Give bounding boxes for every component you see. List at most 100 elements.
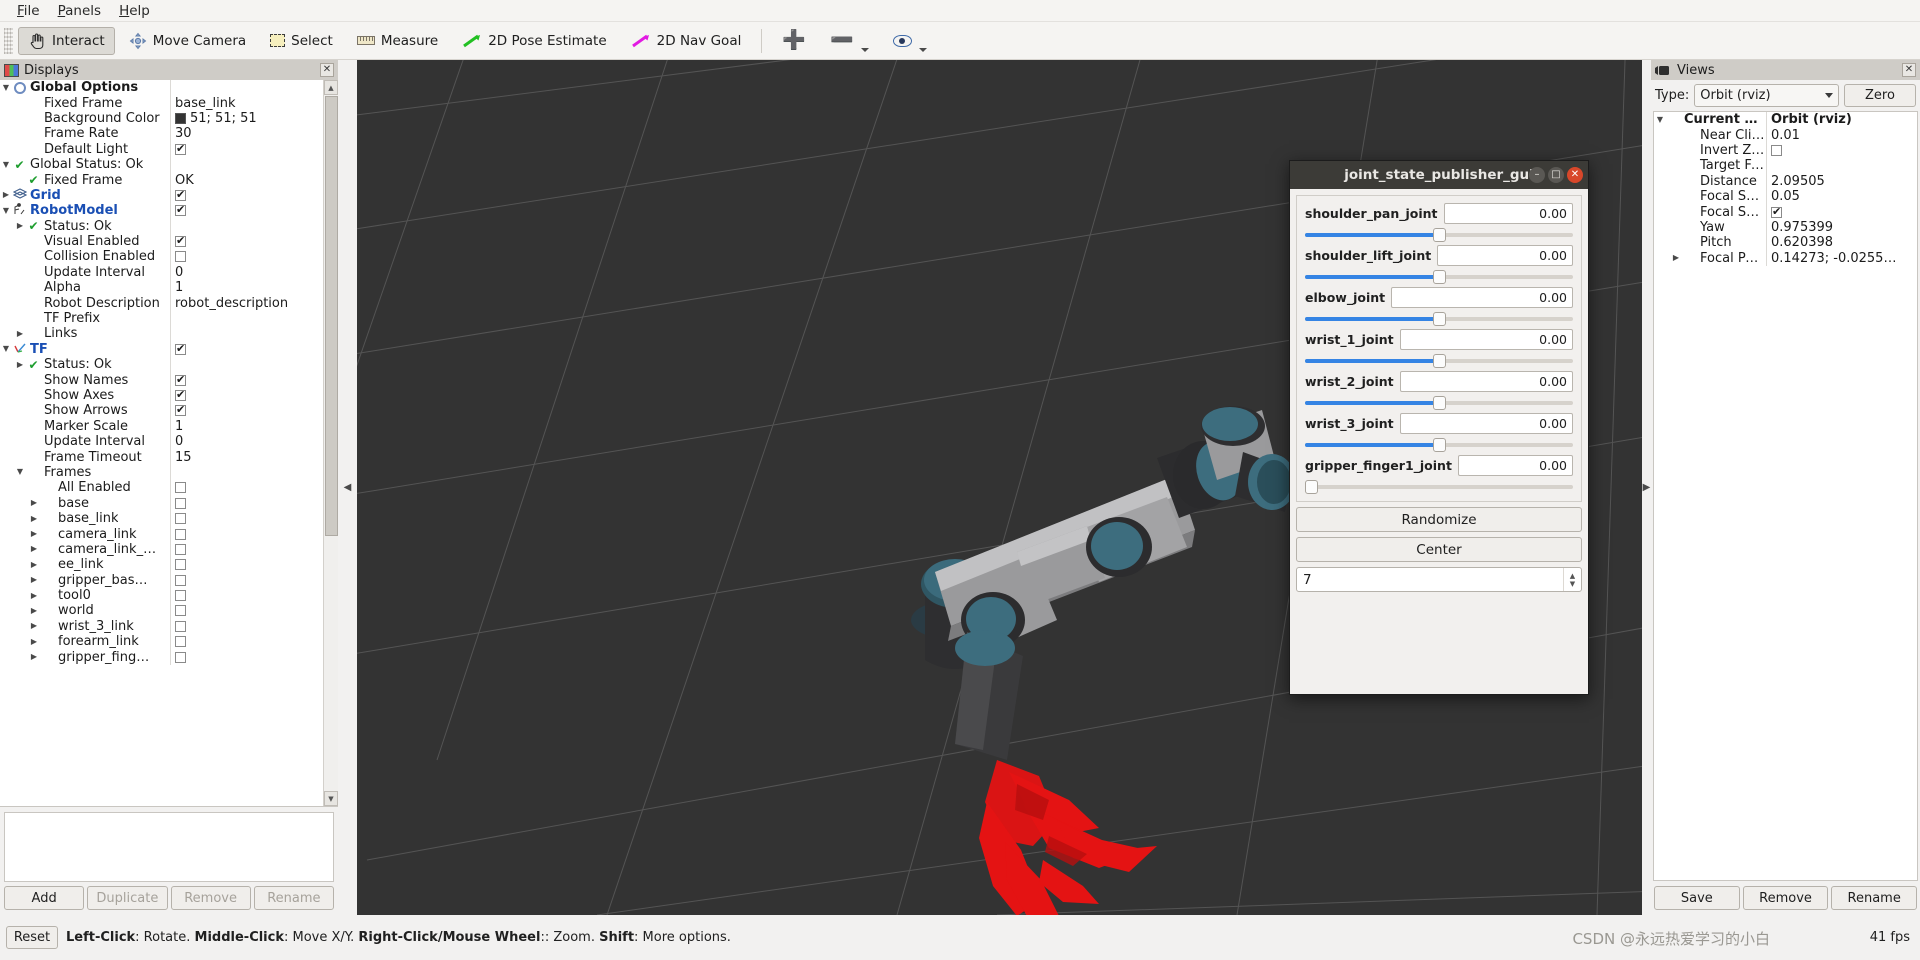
slider-knob[interactable] [1432, 270, 1446, 284]
tree-row[interactable]: Show Arrows [0, 403, 322, 419]
slider-knob[interactable] [1432, 228, 1446, 242]
close-icon-jsp[interactable]: ✕ [1567, 167, 1583, 183]
save-view-button[interactable]: Save [1654, 886, 1740, 910]
reset-button[interactable]: Reset [6, 926, 58, 949]
tree-row[interactable]: Near Clip … 0.01 [1654, 127, 1917, 143]
tree-expander[interactable] [28, 561, 40, 569]
tree-row-value[interactable] [170, 326, 322, 342]
tree-expander[interactable] [1670, 254, 1682, 262]
tree-row-value[interactable] [170, 495, 322, 511]
add-display-button[interactable]: Add [4, 886, 85, 910]
tree-row-value[interactable]: Orbit (rviz) [1766, 112, 1917, 128]
tree-row[interactable]: All Enabled [0, 480, 322, 496]
slider-knob[interactable] [1432, 354, 1446, 368]
scroll-down-button[interactable]: ▼ [324, 791, 338, 806]
tree-row[interactable]: TF Prefix [0, 310, 322, 327]
toolbar-grip[interactable] [4, 27, 13, 54]
tree-expander[interactable] [28, 607, 40, 615]
tree-row-value[interactable]: 1 [170, 280, 322, 296]
joint-slider[interactable] [1305, 479, 1573, 495]
tree-row[interactable]: Pitch 0.620398 [1654, 235, 1917, 251]
tree-row[interactable]: Frame Rate 30 [0, 126, 322, 142]
slider-knob[interactable] [1432, 396, 1446, 410]
tool-interact[interactable]: Interact [18, 26, 115, 55]
tree-row[interactable]: ✔ Status: Ok [0, 357, 322, 373]
tree-row-value[interactable]: 51; 51; 51 [170, 110, 322, 127]
close-icon-views[interactable]: ✕ [1902, 63, 1916, 77]
tree-row-value[interactable]: OK [170, 172, 322, 188]
checkbox-unchecked[interactable] [1771, 144, 1782, 156]
tree-row-value[interactable] [170, 80, 322, 96]
right-splitter[interactable]: ▶ [1642, 60, 1651, 915]
checkbox-checked[interactable] [175, 203, 186, 217]
tool-add-plus[interactable]: ➕ [772, 27, 816, 55]
tree-expander[interactable] [14, 222, 26, 230]
tree-expander[interactable] [14, 330, 26, 338]
tree-row[interactable]: Background Color 51; 51; 51 [0, 110, 322, 127]
tree-row-value[interactable] [170, 249, 322, 265]
checkbox-unchecked[interactable] [175, 636, 186, 648]
joint-slider[interactable] [1305, 269, 1573, 285]
menu-item-panels[interactable]: Panels [49, 1, 110, 21]
tree-row-value[interactable] [170, 387, 322, 404]
tree-row[interactable]: base_link [0, 510, 322, 527]
tree-expander[interactable] [28, 530, 40, 538]
tree-row-value[interactable] [170, 156, 322, 173]
tree-row-value[interactable]: base_link [170, 95, 322, 111]
tree-row[interactable]: ✔ Global Status: Ok [0, 156, 322, 173]
rename-display-button[interactable]: Rename [253, 886, 334, 910]
tree-row[interactable]: Current View Orbit (rviz) [1654, 112, 1917, 128]
tree-expander[interactable] [0, 161, 12, 169]
tree-row[interactable]: Robot Description robot_description [0, 295, 322, 311]
tree-row-value[interactable] [170, 587, 322, 604]
tool-select[interactable]: Select [260, 27, 343, 55]
joint-value-field[interactable]: 0.00 [1437, 245, 1573, 266]
tree-row[interactable]: Alpha 1 [0, 280, 322, 296]
tree-row-value[interactable] [170, 310, 322, 327]
tree-row-value[interactable]: 1 [170, 418, 322, 434]
tree-row-value[interactable] [170, 510, 322, 527]
checkbox-checked[interactable] [175, 403, 186, 417]
menu-item-file[interactable]: FFileile [8, 1, 49, 21]
tree-row-value[interactable] [170, 233, 322, 250]
tree-row-value[interactable] [170, 634, 322, 650]
checkbox-checked[interactable] [175, 188, 186, 201]
tree-row[interactable]: Visual Enabled [0, 233, 322, 250]
checkbox-unchecked[interactable] [175, 605, 186, 617]
tree-expander[interactable] [14, 468, 26, 476]
tree-row-value[interactable] [170, 480, 322, 496]
tree-row-value[interactable] [170, 618, 322, 635]
tool-2d-nav-goal[interactable]: 2D Nav Goal [621, 27, 752, 55]
tree-row[interactable]: Marker Scale 1 [0, 418, 322, 434]
checkbox-unchecked[interactable] [175, 528, 186, 540]
tree-expander[interactable] [28, 638, 40, 646]
joint-slider[interactable] [1305, 227, 1573, 243]
checkbox-checked[interactable] [175, 342, 186, 355]
tree-row-value[interactable] [1766, 142, 1917, 159]
displays-tree[interactable]: Global OptionsFixed Framebase_linkBackgr… [0, 80, 338, 807]
tree-row[interactable]: Links [0, 326, 322, 342]
tree-row[interactable]: Focal Shap… 0.05 [1654, 188, 1917, 205]
tree-row-value[interactable] [170, 187, 322, 204]
joint-value-field[interactable]: 0.00 [1391, 287, 1573, 308]
tree-row[interactable]: camera_link [0, 526, 322, 542]
tree-row-value[interactable] [1766, 204, 1917, 220]
tree-row[interactable]: camera_link_… [0, 541, 322, 558]
tree-row[interactable]: tool0 [0, 587, 322, 604]
tree-row-value[interactable] [170, 541, 322, 558]
tool-visibility-eye[interactable] [883, 27, 937, 55]
tree-row-value[interactable]: 30 [170, 126, 322, 142]
zero-button[interactable]: Zero [1844, 84, 1916, 107]
tree-row-value[interactable]: 0.975399 [1766, 219, 1917, 236]
tree-expander[interactable] [28, 653, 40, 661]
tree-expander[interactable] [28, 515, 40, 523]
views-tree[interactable]: Current View Orbit (rviz) Near Clip … 0.01 I… [1653, 111, 1918, 881]
remove-view-button[interactable]: Remove [1742, 886, 1829, 910]
joint-slider[interactable] [1305, 395, 1573, 411]
tree-row-value[interactable]: 0 [170, 264, 322, 281]
tree-expander[interactable] [14, 361, 26, 369]
checkbox-checked[interactable] [1771, 205, 1782, 218]
tree-row[interactable]: Invert Z Axis [1654, 142, 1917, 159]
checkbox-unchecked[interactable] [175, 590, 186, 602]
joint-slider[interactable] [1305, 353, 1573, 369]
